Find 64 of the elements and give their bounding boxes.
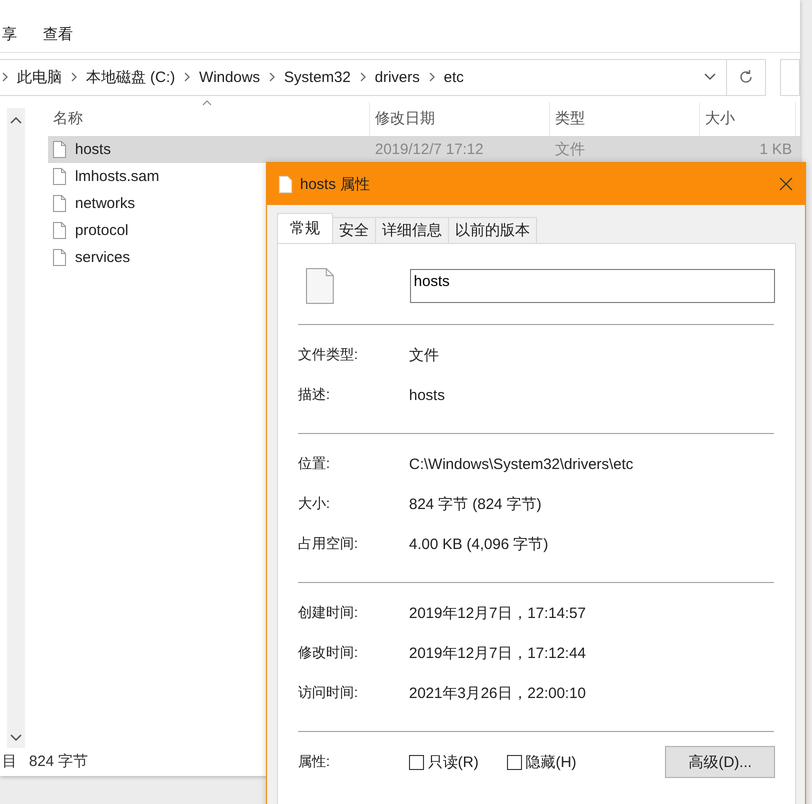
field-value: 2019年12月7日，17:14:57 — [409, 604, 586, 622]
breadcrumb[interactable]: System32 — [284, 68, 351, 86]
file-icon — [53, 140, 66, 158]
tab[interactable]: 以前的版本 — [448, 217, 537, 243]
checkbox[interactable]: 只读(R) — [408, 752, 479, 772]
file-icon — [53, 248, 66, 266]
file-icon — [279, 176, 292, 192]
scroll-up-icon[interactable] — [10, 116, 22, 124]
field-value: 824 字节 (824 字节) — [409, 494, 542, 514]
field-value: 4.00 KB (4,096 字节) — [409, 534, 548, 554]
field-value: 2019年12月7日，17:12:44 — [409, 644, 586, 662]
chevron-icon — [184, 72, 190, 82]
table-cell: 文件 — [555, 140, 585, 159]
file-name[interactable]: protocol — [75, 222, 128, 239]
dropdown-icon[interactable] — [704, 73, 716, 82]
chevron-icon — [428, 72, 435, 82]
breadcrumb[interactable]: etc — [444, 68, 464, 86]
field-label: 描述: — [298, 386, 331, 404]
breadcrumb[interactable]: 此电脑 — [17, 68, 62, 87]
field-label: 修改时间: — [298, 644, 359, 662]
scrollbar[interactable] — [7, 108, 25, 748]
field-label: 文件类型: — [298, 346, 359, 364]
field-value: 文件 — [409, 346, 439, 364]
close-icon[interactable] — [779, 177, 793, 191]
breadcrumb[interactable]: 本地磁盘 (C:) — [86, 68, 176, 87]
refresh-button[interactable] — [727, 58, 766, 96]
file-name[interactable]: hosts — [75, 140, 111, 158]
field-label: 创建时间: — [298, 604, 359, 622]
field-label: 占用空间: — [298, 535, 359, 553]
status-text: 824 字节 — [29, 752, 88, 772]
field-label: 大小: — [298, 495, 331, 513]
file-icon — [53, 222, 66, 239]
chevron-icon — [2, 72, 8, 82]
table-cell: 2019/12/7 17:12 — [375, 140, 484, 158]
checkbox[interactable]: 隐藏(H) — [506, 752, 576, 772]
field-value: C:\Windows\System32\drivers\etc — [409, 456, 634, 472]
breadcrumb[interactable]: Windows — [199, 68, 260, 86]
chevron-icon — [360, 72, 366, 82]
field-label: 属性: — [298, 753, 331, 771]
chevron-icon — [71, 72, 77, 82]
advanced-button[interactable]: 高级(D)... — [665, 746, 776, 778]
selected-row[interactable]: hosts 2019/12/7 17:12 文件 1 KB — [48, 136, 800, 163]
file-name[interactable]: services — [75, 248, 130, 266]
search-field[interactable] — [780, 58, 800, 96]
table-cell: 1 KB — [759, 140, 792, 158]
name-field[interactable]: hosts — [410, 269, 775, 303]
ribbon-tab[interactable]: 查看 — [41, 24, 75, 44]
breadcrumb[interactable]: drivers — [374, 68, 420, 86]
field-label: 访问时间: — [298, 684, 359, 702]
status-text: 目 — [2, 752, 17, 772]
chevron-icon — [269, 72, 276, 82]
file-icon — [53, 168, 66, 185]
file-name[interactable]: lmhosts.sam — [75, 168, 160, 185]
file-icon — [306, 268, 334, 304]
field-value: hosts — [409, 386, 445, 404]
window-title: hosts 属性 — [300, 174, 372, 194]
scroll-down-icon[interactable] — [10, 734, 22, 742]
tab[interactable]: 常规 — [277, 213, 333, 243]
file-name[interactable]: networks — [75, 194, 136, 212]
ribbon-tab[interactable]: 享 — [0, 24, 19, 44]
address-bar[interactable]: 此电脑 本地磁盘 (C:) Windows System32 drivers etc — [0, 58, 728, 96]
field-value: 2021年3月26日，22:00:10 — [409, 684, 586, 702]
file-icon — [53, 194, 66, 212]
field-label: 位置: — [298, 455, 331, 473]
